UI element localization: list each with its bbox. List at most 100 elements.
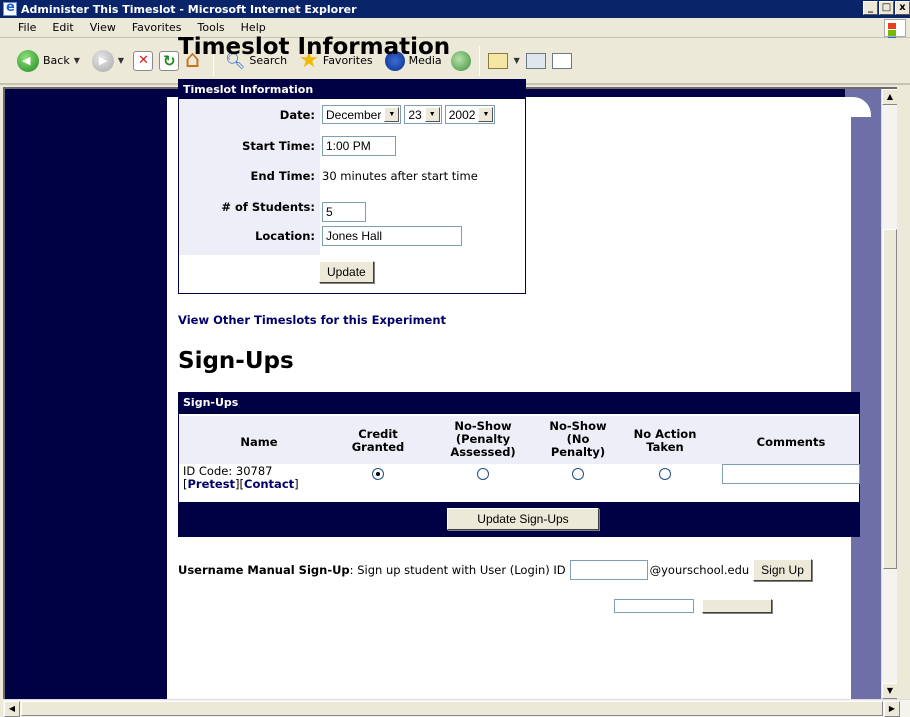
- domain-suffix: @yourschool.edu: [649, 563, 750, 577]
- end-time-row: End Time: 30 minutes after start time: [179, 169, 527, 183]
- start-time-label: Start Time:: [242, 139, 315, 153]
- dropdown-arrow-icon[interactable]: ▼: [118, 56, 124, 65]
- view-other-timeslots-link[interactable]: View Other Timeslots for this Experiment: [178, 313, 446, 327]
- noshow-penalty-radio[interactable]: [477, 468, 489, 480]
- mail-icon[interactable]: [487, 52, 508, 69]
- windows-logo-icon: [884, 19, 906, 50]
- col-credit-granted: Credit Granted: [343, 428, 413, 454]
- history-icon[interactable]: [450, 50, 471, 71]
- back-arrow-icon: [17, 49, 39, 72]
- window-title-bar: Administer This Timeslot - Microsoft Int…: [0, 0, 910, 18]
- forward-arrow-icon: [91, 49, 114, 72]
- col-comments: Comments: [756, 435, 826, 449]
- end-time-value: 30 minutes after start time: [322, 169, 478, 183]
- end-time-label: End Time:: [250, 169, 315, 183]
- scroll-up-button[interactable]: ▲: [882, 89, 897, 105]
- students-row: # of Students: 5: [179, 192, 527, 222]
- timeslot-table-header: Timeslot Information: [179, 80, 525, 99]
- forward-button[interactable]: ▼: [89, 48, 127, 74]
- no-action-radio[interactable]: [659, 468, 671, 480]
- menu-help[interactable]: Help: [233, 21, 274, 34]
- col-noshow-nopenalty-line3: Penalty): [550, 445, 606, 459]
- date-label: Date:: [279, 107, 315, 122]
- back-button[interactable]: Back ▼: [14, 48, 83, 74]
- col-credit-line2: Granted: [351, 440, 405, 454]
- toolbar: Back ▼ ▼ 🔍︎ Search ★ Favorites Media ▼: [0, 38, 910, 85]
- horizontal-scroll-thumb[interactable]: [21, 701, 883, 716]
- scroll-right-button[interactable]: ▶: [884, 701, 900, 717]
- dropdown-arrow-icon: ▼: [384, 107, 400, 122]
- date-row: Date: December ▼ 23 ▼ 2002 ▼: [179, 105, 527, 124]
- student-cell: ID Code: 30787 [Pretest][Contact]: [183, 465, 299, 491]
- dropdown-arrow-icon[interactable]: ▼: [514, 56, 520, 65]
- partial-button[interactable]: [701, 599, 772, 613]
- back-label: Back: [43, 54, 70, 67]
- start-time-input[interactable]: 1:00 PM: [322, 136, 396, 156]
- menu-file[interactable]: File: [10, 21, 44, 34]
- signups-table-footer: Update Sign-Ups: [179, 502, 859, 536]
- year-select[interactable]: 2002 ▼: [444, 105, 496, 124]
- page-title: Timeslot Information: [178, 34, 451, 60]
- location-row: Location: Jones Hall: [179, 226, 527, 246]
- signups-table-header: Sign-Ups: [179, 393, 859, 414]
- close-button[interactable]: x: [895, 1, 910, 15]
- comments-input[interactable]: [722, 464, 860, 484]
- edit-icon[interactable]: [551, 52, 572, 69]
- sign-up-button[interactable]: Sign Up: [753, 559, 812, 581]
- manual-signup-text: : Sign up student with User (Login) ID: [349, 563, 566, 577]
- menu-edit[interactable]: Edit: [44, 21, 81, 34]
- credit-granted-radio[interactable]: [372, 468, 384, 480]
- maximize-button[interactable]: □: [879, 1, 894, 15]
- partial-signup-row: [614, 599, 772, 616]
- timeslot-information-table: Timeslot Information Date: December ▼ 23 ▼…: [178, 79, 526, 294]
- menu-bar: File Edit View Favorites Tools Help: [0, 18, 910, 50]
- month-value: December: [326, 107, 382, 122]
- signups-column-headers: Name Credit Granted No-Show (Penalty Ass…: [179, 416, 859, 464]
- signups-table: Sign-Ups Name Credit Granted No-Show (Pe…: [178, 392, 860, 537]
- dropdown-arrow-icon: ▼: [478, 107, 494, 122]
- login-id-input[interactable]: [569, 560, 648, 580]
- col-noshow-penalty: No-Show (Penalty Assessed): [443, 420, 523, 459]
- print-icon[interactable]: [525, 52, 546, 69]
- start-time-row: Start Time: 1:00 PM: [179, 136, 527, 156]
- day-select[interactable]: 23 ▼: [404, 105, 442, 124]
- update-signups-button[interactable]: Update Sign-Ups: [447, 508, 599, 530]
- menu-tools[interactable]: Tools: [190, 21, 233, 34]
- manual-signup-row: Username Manual Sign-Up : Sign up studen…: [178, 559, 812, 581]
- dropdown-arrow-icon: ▼: [424, 107, 440, 122]
- col-no-action-line2: Taken: [646, 440, 684, 454]
- window-title: Administer This Timeslot - Microsoft Int…: [21, 2, 357, 16]
- update-row: Update: [179, 261, 527, 283]
- col-no-action: No Action Taken: [628, 428, 702, 454]
- year-value: 2002: [448, 107, 476, 122]
- window-controls: _ □ x: [863, 1, 910, 15]
- stop-icon[interactable]: [133, 50, 154, 71]
- refresh-icon[interactable]: [159, 50, 180, 71]
- ie-icon: [3, 0, 17, 16]
- menu-favorites[interactable]: Favorites: [124, 21, 190, 34]
- location-input[interactable]: Jones Hall: [322, 226, 462, 246]
- day-value: 23: [408, 107, 422, 122]
- partial-input[interactable]: [614, 599, 694, 613]
- month-select[interactable]: December ▼: [322, 105, 402, 124]
- minimize-button[interactable]: _: [863, 1, 878, 15]
- contact-link[interactable]: Contact: [244, 477, 294, 491]
- scroll-thumb[interactable]: [883, 229, 897, 569]
- noshow-nopenalty-radio[interactable]: [572, 468, 584, 480]
- dropdown-arrow-icon[interactable]: ▼: [74, 56, 80, 65]
- col-noshow-nopenalty: No-Show (No Penalty): [543, 420, 613, 459]
- col-name: Name: [240, 435, 278, 449]
- student-links: [Pretest][Contact]: [183, 477, 299, 491]
- location-label: Location:: [255, 229, 315, 243]
- toolbar-separator: [478, 45, 480, 76]
- scroll-left-button[interactable]: ◀: [4, 701, 20, 717]
- vertical-scrollbar[interactable]: ▲ ▼: [881, 89, 897, 699]
- scroll-down-button[interactable]: ▼: [882, 683, 897, 699]
- students-input[interactable]: 5: [322, 202, 366, 222]
- left-navigation-panel: [5, 89, 167, 699]
- pretest-link[interactable]: Pretest: [188, 477, 236, 491]
- update-button[interactable]: Update: [319, 261, 374, 283]
- menu-view[interactable]: View: [82, 21, 124, 34]
- col-noshow-penalty-line3: Assessed): [450, 445, 516, 459]
- horizontal-scrollbar[interactable]: ◀ ▶: [3, 699, 910, 717]
